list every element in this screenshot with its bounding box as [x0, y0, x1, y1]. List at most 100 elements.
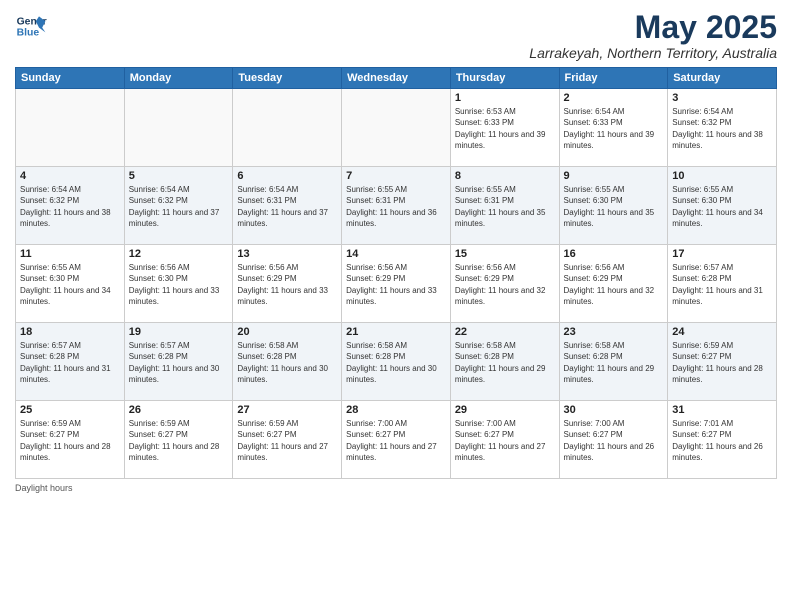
day-number: 31	[672, 404, 772, 416]
day-cell-18: 18 Sunrise: 6:57 AM Sunset: 6:28 PM Dayli…	[16, 323, 125, 401]
day-info: Sunrise: 6:55 AM Sunset: 6:30 PM Dayligh…	[20, 262, 120, 307]
day-info: Sunrise: 6:57 AM Sunset: 6:28 PM Dayligh…	[129, 340, 229, 385]
day-number: 5	[129, 170, 229, 182]
calendar-table: SundayMondayTuesdayWednesdayThursdayFrid…	[15, 67, 777, 479]
day-cell-15: 15 Sunrise: 6:56 AM Sunset: 6:29 PM Dayli…	[450, 245, 559, 323]
day-number: 1	[455, 92, 555, 104]
day-info: Sunrise: 6:58 AM Sunset: 6:28 PM Dayligh…	[564, 340, 664, 385]
day-number: 13	[237, 248, 337, 260]
day-info: Sunrise: 6:54 AM Sunset: 6:31 PM Dayligh…	[237, 184, 337, 229]
svg-text:Blue: Blue	[17, 28, 40, 39]
day-info: Sunrise: 6:55 AM Sunset: 6:31 PM Dayligh…	[346, 184, 446, 229]
day-number: 15	[455, 248, 555, 260]
day-info: Sunrise: 7:00 AM Sunset: 6:27 PM Dayligh…	[564, 418, 664, 463]
col-header-monday: Monday	[124, 68, 233, 89]
col-header-thursday: Thursday	[450, 68, 559, 89]
week-row-1: 4Sunrise: 6:54 AM Sunset: 6:32 PM Daylig…	[16, 167, 777, 245]
week-row-2: 11 Sunrise: 6:55 AM Sunset: 6:30 PM Dayli…	[16, 245, 777, 323]
day-info: Sunrise: 6:54 AM Sunset: 6:32 PM Dayligh…	[672, 106, 772, 151]
day-cell-23: 23Sunrise: 6:58 AM Sunset: 6:28 PM Dayli…	[559, 323, 668, 401]
col-header-tuesday: Tuesday	[233, 68, 342, 89]
day-cell-26: 26 Sunrise: 6:59 AM Sunset: 6:27 PM Dayli…	[124, 401, 233, 479]
day-number: 9	[564, 170, 664, 182]
day-cell-21: 21Sunrise: 6:58 AM Sunset: 6:28 PM Dayli…	[342, 323, 451, 401]
footer-text: Daylight hours	[15, 483, 73, 493]
day-info: Sunrise: 6:56 AM Sunset: 6:29 PM Dayligh…	[346, 262, 446, 307]
day-number: 24	[672, 326, 772, 338]
calendar-header-row: SundayMondayTuesdayWednesdayThursdayFrid…	[16, 68, 777, 89]
day-number: 2	[564, 92, 664, 104]
day-info: Sunrise: 6:58 AM Sunset: 6:28 PM Dayligh…	[346, 340, 446, 385]
month-title: May 2025	[529, 10, 777, 45]
day-number: 27	[237, 404, 337, 416]
day-number: 20	[237, 326, 337, 338]
day-number: 6	[237, 170, 337, 182]
day-cell-9: 9Sunrise: 6:55 AM Sunset: 6:30 PM Daylig…	[559, 167, 668, 245]
day-number: 8	[455, 170, 555, 182]
col-header-wednesday: Wednesday	[342, 68, 451, 89]
day-info: Sunrise: 6:57 AM Sunset: 6:28 PM Dayligh…	[672, 262, 772, 307]
day-info: Sunrise: 6:56 AM Sunset: 6:29 PM Dayligh…	[564, 262, 664, 307]
day-info: Sunrise: 6:55 AM Sunset: 6:31 PM Dayligh…	[455, 184, 555, 229]
day-cell-24: 24 Sunrise: 6:59 AM Sunset: 6:27 PM Dayli…	[668, 323, 777, 401]
day-cell-20: 20 Sunrise: 6:58 AM Sunset: 6:28 PM Dayli…	[233, 323, 342, 401]
day-number: 7	[346, 170, 446, 182]
day-number: 28	[346, 404, 446, 416]
day-info: Sunrise: 6:59 AM Sunset: 6:27 PM Dayligh…	[129, 418, 229, 463]
day-cell-1: 1Sunrise: 6:53 AM Sunset: 6:33 PM Daylig…	[450, 89, 559, 167]
day-number: 10	[672, 170, 772, 182]
day-number: 17	[672, 248, 772, 260]
day-number: 4	[20, 170, 120, 182]
day-number: 12	[129, 248, 229, 260]
day-cell-4: 4Sunrise: 6:54 AM Sunset: 6:32 PM Daylig…	[16, 167, 125, 245]
col-header-saturday: Saturday	[668, 68, 777, 89]
day-info: Sunrise: 6:56 AM Sunset: 6:29 PM Dayligh…	[237, 262, 337, 307]
day-info: Sunrise: 6:56 AM Sunset: 6:30 PM Dayligh…	[129, 262, 229, 307]
week-row-4: 25 Sunrise: 6:59 AM Sunset: 6:27 PM Dayli…	[16, 401, 777, 479]
day-cell-22: 22 Sunrise: 6:58 AM Sunset: 6:28 PM Dayli…	[450, 323, 559, 401]
day-cell-27: 27 Sunrise: 6:59 AM Sunset: 6:27 PM Dayli…	[233, 401, 342, 479]
day-info: Sunrise: 6:59 AM Sunset: 6:27 PM Dayligh…	[237, 418, 337, 463]
page: General Blue May 2025 Larrakeyah, Northe…	[0, 0, 792, 612]
day-number: 16	[564, 248, 664, 260]
day-number: 26	[129, 404, 229, 416]
day-cell-10: 10 Sunrise: 6:55 AM Sunset: 6:30 PM Dayli…	[668, 167, 777, 245]
day-cell-31: 31Sunrise: 7:01 AM Sunset: 6:27 PM Dayli…	[668, 401, 777, 479]
day-cell-3: 3Sunrise: 6:54 AM Sunset: 6:32 PM Daylig…	[668, 89, 777, 167]
day-cell-29: 29Sunrise: 7:00 AM Sunset: 6:27 PM Dayli…	[450, 401, 559, 479]
day-cell-6: 6 Sunrise: 6:54 AM Sunset: 6:31 PM Daylig…	[233, 167, 342, 245]
day-cell-19: 19Sunrise: 6:57 AM Sunset: 6:28 PM Dayli…	[124, 323, 233, 401]
day-cell-17: 17 Sunrise: 6:57 AM Sunset: 6:28 PM Dayli…	[668, 245, 777, 323]
day-number: 11	[20, 248, 120, 260]
col-header-sunday: Sunday	[16, 68, 125, 89]
day-info: Sunrise: 6:59 AM Sunset: 6:27 PM Dayligh…	[20, 418, 120, 463]
day-info: Sunrise: 6:58 AM Sunset: 6:28 PM Dayligh…	[455, 340, 555, 385]
day-cell-30: 30 Sunrise: 7:00 AM Sunset: 6:27 PM Dayli…	[559, 401, 668, 479]
day-number: 22	[455, 326, 555, 338]
logo-icon: General Blue	[15, 10, 47, 42]
day-info: Sunrise: 7:00 AM Sunset: 6:27 PM Dayligh…	[346, 418, 446, 463]
day-info: Sunrise: 6:57 AM Sunset: 6:28 PM Dayligh…	[20, 340, 120, 385]
day-number: 25	[20, 404, 120, 416]
location-title: Larrakeyah, Northern Territory, Australi…	[529, 45, 777, 61]
day-info: Sunrise: 6:55 AM Sunset: 6:30 PM Dayligh…	[672, 184, 772, 229]
day-cell-13: 13 Sunrise: 6:56 AM Sunset: 6:29 PM Dayli…	[233, 245, 342, 323]
empty-cell	[124, 89, 233, 167]
logo: General Blue	[15, 10, 47, 42]
title-section: May 2025 Larrakeyah, Northern Territory,…	[529, 10, 777, 61]
empty-cell	[342, 89, 451, 167]
day-number: 18	[20, 326, 120, 338]
day-info: Sunrise: 6:59 AM Sunset: 6:27 PM Dayligh…	[672, 340, 772, 385]
week-row-0: 1Sunrise: 6:53 AM Sunset: 6:33 PM Daylig…	[16, 89, 777, 167]
day-number: 30	[564, 404, 664, 416]
day-number: 14	[346, 248, 446, 260]
week-row-3: 18 Sunrise: 6:57 AM Sunset: 6:28 PM Dayli…	[16, 323, 777, 401]
day-cell-2: 2 Sunrise: 6:54 AM Sunset: 6:33 PM Daylig…	[559, 89, 668, 167]
day-cell-7: 7 Sunrise: 6:55 AM Sunset: 6:31 PM Daylig…	[342, 167, 451, 245]
day-info: Sunrise: 6:54 AM Sunset: 6:33 PM Dayligh…	[564, 106, 664, 151]
day-info: Sunrise: 6:56 AM Sunset: 6:29 PM Dayligh…	[455, 262, 555, 307]
day-cell-25: 25 Sunrise: 6:59 AM Sunset: 6:27 PM Dayli…	[16, 401, 125, 479]
day-info: Sunrise: 6:58 AM Sunset: 6:28 PM Dayligh…	[237, 340, 337, 385]
day-number: 29	[455, 404, 555, 416]
day-cell-16: 16 Sunrise: 6:56 AM Sunset: 6:29 PM Dayli…	[559, 245, 668, 323]
